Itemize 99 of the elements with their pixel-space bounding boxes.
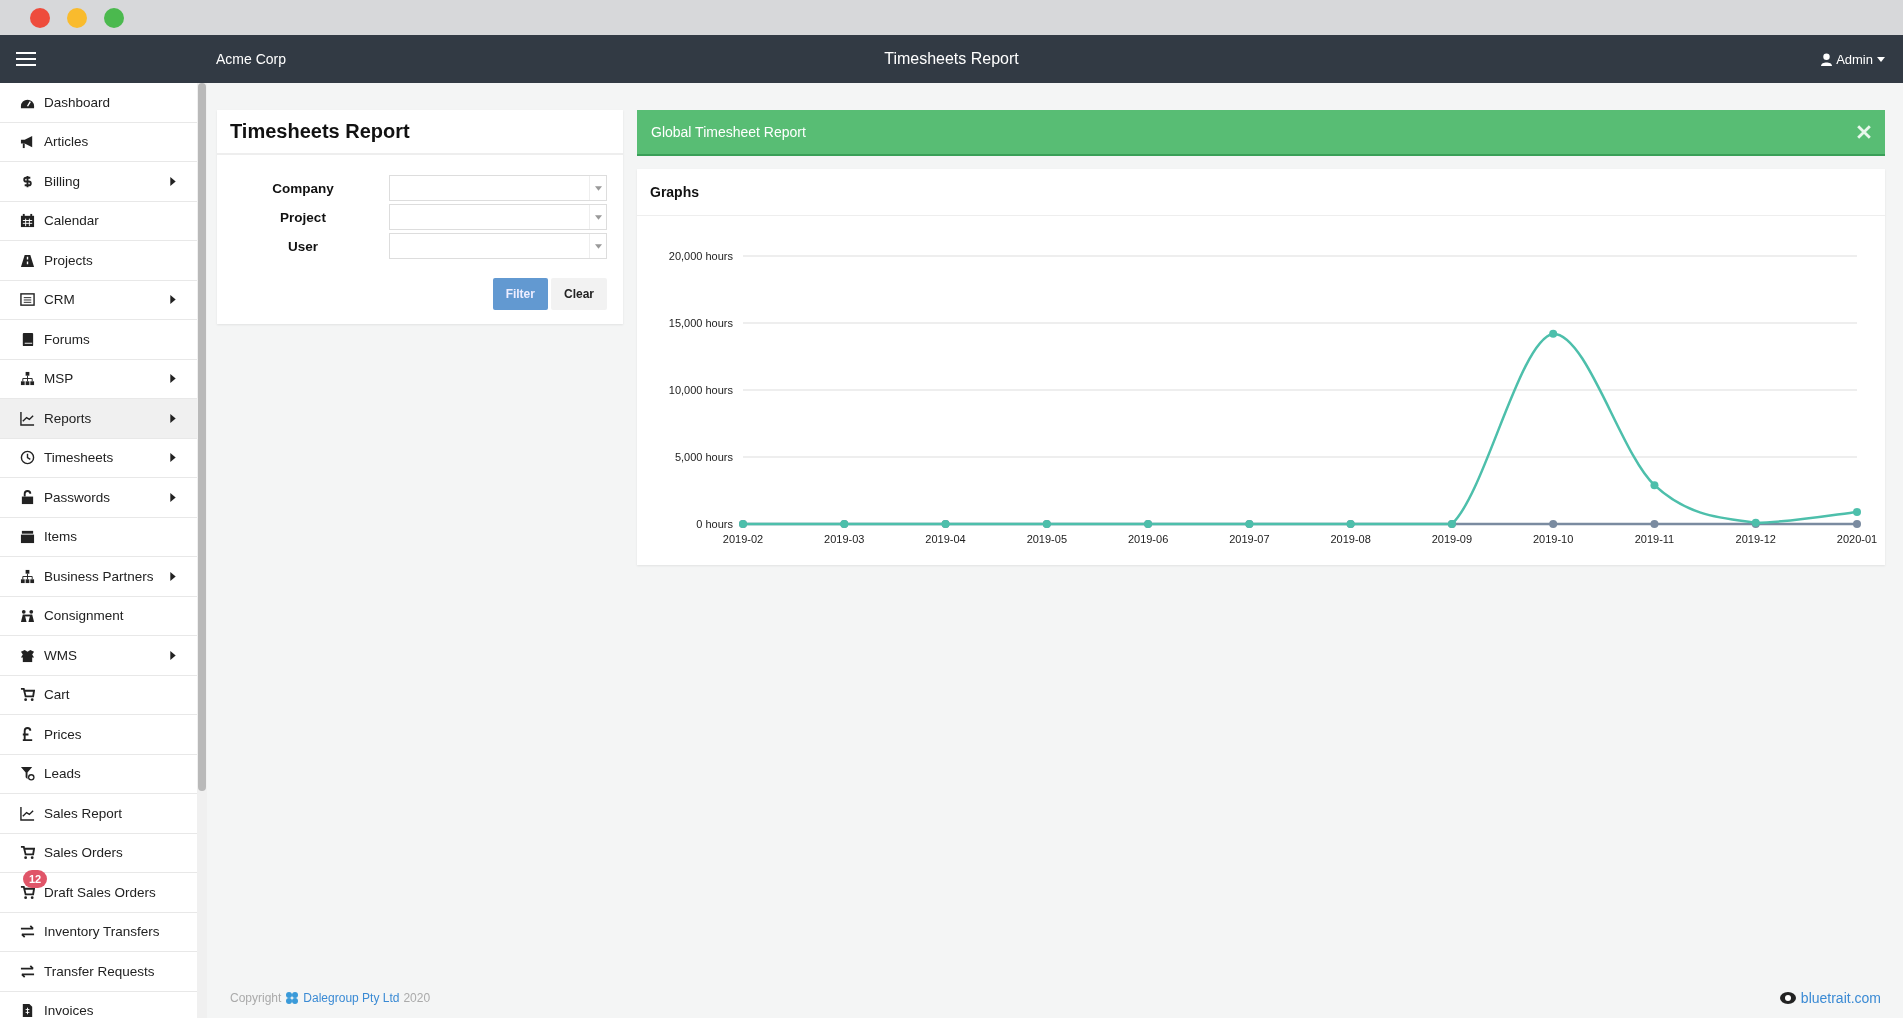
data-point — [1549, 329, 1558, 338]
sidebar-item-label: Consignment — [44, 608, 124, 624]
sidebar-item-label: Sales Orders — [44, 845, 123, 861]
cart-icon — [20, 845, 35, 861]
scrollbar-thumb[interactable] — [198, 83, 206, 791]
sidebar-item-label: Business Partners — [44, 568, 154, 584]
sidebar-item-label: Forums — [44, 331, 90, 347]
clock-icon — [20, 450, 35, 466]
snowflake-logo-icon — [285, 991, 300, 1005]
sidebar-item-label: Timesheets — [44, 450, 114, 466]
x-axis-label: 2019-07 — [1229, 533, 1270, 545]
cart-icon — [20, 884, 35, 900]
line-chart-icon — [20, 410, 35, 426]
copyright-year: 2020 — [403, 991, 431, 1005]
sidebar-item-label: Items — [44, 529, 77, 545]
sitemap-icon — [20, 371, 35, 387]
sidebar-item-label: CRM — [44, 292, 75, 308]
caret-icon — [594, 214, 602, 220]
x-axis-label: 2019-11 — [1634, 533, 1675, 545]
sidebar-item-label: Calendar — [44, 213, 99, 229]
y-axis-label: 0 hours — [696, 518, 733, 530]
dollar-icon — [20, 173, 35, 189]
data-point — [1650, 481, 1659, 490]
sidebar-item-label: Billing — [44, 173, 81, 189]
sidebar-item-label: Projects — [44, 252, 93, 268]
sidebar-item[interactable]: Draft Sales Orders 12 — [0, 873, 197, 913]
menu-icon[interactable] — [16, 52, 36, 66]
x-axis-label: 2019-02 — [722, 533, 764, 545]
dropdown-field[interactable] — [389, 175, 607, 201]
padlock-icon — [20, 489, 35, 505]
page-title: Timesheets Report — [884, 50, 1019, 68]
sidebar-item-label: MSP — [44, 371, 74, 387]
book-icon — [20, 331, 35, 347]
data-point — [1853, 520, 1861, 528]
sidebar-item[interactable]: Reports — [0, 399, 197, 439]
user-menu[interactable]: Admin — [1821, 51, 1885, 67]
x-axis-label: 2019-10 — [1533, 533, 1574, 545]
maximize-window-icon[interactable] — [104, 7, 124, 28]
boxes-icon — [20, 647, 35, 663]
cart-icon — [20, 687, 35, 703]
sidebar-item-label: Invoices — [44, 1003, 94, 1018]
user-icon — [1821, 52, 1833, 66]
data-point — [1650, 520, 1659, 528]
x-axis-label: 2019-12 — [1735, 533, 1776, 545]
dropdown-field[interactable] — [389, 204, 607, 230]
box-icon — [20, 529, 35, 545]
y-axis-label: 15,000 hours — [668, 317, 733, 329]
dropdown-field[interactable] — [389, 233, 607, 259]
x-axis-label: 2019-05 — [1026, 533, 1067, 545]
arrows-icon — [20, 924, 35, 940]
sidebar-item-label: Dashboard — [44, 94, 111, 110]
field-label: Company — [271, 180, 335, 196]
caret-icon — [594, 185, 602, 191]
sidebar-item-label: Sales Report — [44, 805, 123, 821]
y-axis-label: 5,000 hours — [674, 451, 733, 463]
count-badge: 12 — [23, 870, 48, 888]
y-axis-label: 20,000 hours — [668, 250, 733, 262]
people-icon — [20, 608, 35, 624]
x-axis-label: 2019-09 — [1431, 533, 1473, 545]
x-axis-label: 2019-03 — [824, 533, 865, 545]
field-label: User — [287, 238, 319, 254]
list-icon — [20, 292, 35, 308]
x-axis-label: 2019-08 — [1330, 533, 1371, 545]
line-chart-icon — [20, 805, 35, 821]
close-window-icon[interactable] — [30, 7, 50, 28]
y-axis-label: 10,000 hours — [668, 384, 733, 396]
x-axis-label: 2019-04 — [925, 533, 966, 545]
x-axis-label: 2019-06 — [1127, 533, 1169, 545]
clear-button[interactable]: Clear — [550, 278, 607, 310]
road-icon — [20, 252, 35, 268]
card-title: Timesheets Report — [230, 120, 410, 142]
sidebar-item-label: Cart — [44, 687, 70, 703]
data-point — [1853, 507, 1861, 516]
alert-text: Global Timesheet Report — [651, 124, 806, 140]
data-point — [1549, 520, 1558, 528]
eye-logo-icon — [1778, 991, 1797, 1005]
copyright-text: Copyright — [230, 991, 282, 1005]
sidebar-item-label: Inventory Transfers — [44, 924, 160, 940]
sidebar-item-label: Transfer Requests — [44, 963, 155, 979]
sidebar-item-label: Passwords — [44, 489, 111, 505]
caret-icon — [594, 243, 602, 249]
close-icon[interactable] — [1857, 125, 1871, 139]
card-title: Graphs — [650, 184, 699, 200]
sidebar-item-label: WMS — [44, 647, 77, 663]
minimize-window-icon[interactable] — [67, 7, 87, 28]
sidebar-item-label: Reports — [44, 410, 92, 426]
sidebar-item-label: Leads — [44, 766, 81, 782]
arrows-icon — [20, 963, 35, 979]
brand-name[interactable]: Acme Corp — [216, 51, 287, 67]
sidebar-item-label: Prices — [44, 726, 82, 742]
caret-icon — [1877, 56, 1885, 62]
sidebar-item-label: Articles — [44, 134, 89, 150]
calendar-icon — [20, 213, 35, 229]
x-axis-label: 2020-01 — [1836, 533, 1878, 545]
funnel-icon — [20, 766, 35, 782]
sitemap-icon — [20, 568, 35, 584]
pound-icon — [20, 726, 35, 742]
megaphone-icon — [20, 134, 35, 150]
field-label: Project — [279, 209, 327, 225]
